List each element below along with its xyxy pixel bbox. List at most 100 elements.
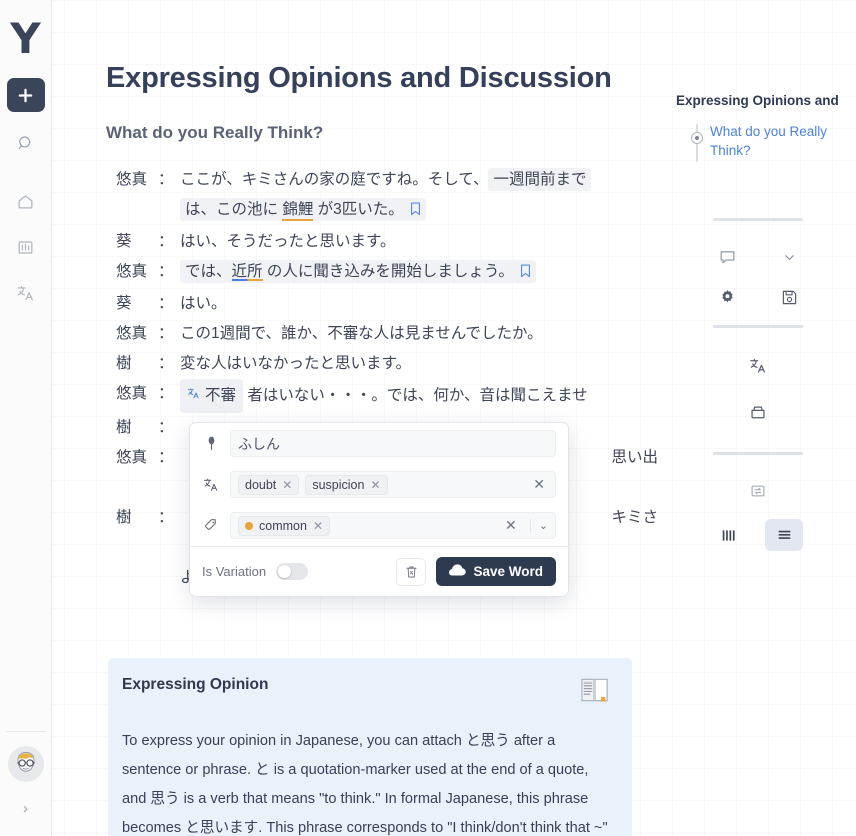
bookmark-icon[interactable] [410,197,421,227]
meaning-tag[interactable]: doubt ✕ [238,474,300,495]
selected-word-text: 不審 [205,387,237,404]
search-button[interactable] [7,128,45,158]
list-view-tool[interactable] [765,519,803,551]
dialogue-text[interactable]: はい、そうだったと思います。 [180,227,660,257]
tool-row-settings [660,281,856,313]
app-logo: Y [10,14,41,63]
tags-input[interactable]: common ✕ ✕ ⌄ [230,512,556,539]
library-button[interactable] [7,232,45,262]
remove-tag-icon[interactable]: ✕ [282,478,292,492]
home-icon [18,194,33,208]
avatar[interactable] [7,746,44,782]
tool-row-view [660,519,856,551]
remove-tag-icon[interactable]: ✕ [313,519,323,533]
page-title: Expressing Opinions and Discussion [106,62,612,94]
pin-icon [200,436,222,451]
speech-bubble-icon [720,250,734,263]
tag-icon [200,518,222,533]
meanings-input[interactable]: doubt ✕ suspicion ✕ ✕ [230,471,556,498]
tag-color-dot [245,521,253,530]
popup-footer: Is Variation Save Word [190,546,568,596]
speaker-name: 悠真 [116,325,148,342]
floppy-disk-icon [782,290,796,304]
dialogue-text[interactable]: 変な人はいなかったと思います。 [180,349,660,379]
outline-item-what-do-you-really-think[interactable]: What do you Really Think? [660,122,856,162]
speaker-name: 悠真 [116,263,148,280]
speaker-colon: ： [158,325,174,342]
settings-tool[interactable] [711,281,743,313]
dialogue-row: 悠真 ： この1週間で、誰か、不審な人は見ませんでしたか。 [106,319,660,349]
translate-icon [17,285,33,300]
meaning-tag[interactable]: suspicion ✕ [305,474,388,495]
highlighted-phrase-continued[interactable]: は、この池に 錦鯉 が3匹いた。 [180,198,426,221]
expand-sidebar-button[interactable]: › [11,796,41,820]
speaker-name: 樹 [116,509,132,526]
comment-tool[interactable] [711,241,743,273]
dialogue-row: 葵 ： はい。 [106,289,660,319]
delete-word-button[interactable] [396,557,427,586]
section-heading: What do you Really Think? [106,123,324,142]
library-icon [18,240,33,254]
tool-row-comment [660,241,856,273]
speaker-colon: ： [158,295,174,312]
swap-tool[interactable] [742,475,774,507]
add-button[interactable] [6,78,45,112]
word-tag[interactable]: common ✕ [238,515,330,536]
dialogue-plain-text: ここが、キミさんの家の庭ですね。そして、 [180,171,489,188]
home-button[interactable] [7,186,45,216]
right-panel: Expressing Opinions and What do you Real… [660,0,856,836]
archive-tool[interactable] [742,396,774,428]
translate-icon [200,477,222,493]
bookmark-icon[interactable] [520,259,531,289]
tool-row-swap [660,475,856,507]
comment-dropdown[interactable] [773,241,805,273]
search-icon [18,135,31,149]
cloud-icon [449,564,467,579]
speaker-colon: ： [158,263,174,280]
remove-tag-icon[interactable]: ✕ [370,478,380,492]
speaker-name: 悠真 [116,449,148,466]
translate-tool[interactable] [742,350,774,382]
user-avatar-icon [7,746,44,782]
tags-row: common ✕ ✕ ⌄ [190,505,568,546]
tool-row-archive [660,396,856,428]
dialogue-text[interactable]: 不審 者はいない・・・。では、何か、音は聞こえませ [180,379,660,413]
clear-tags-icon[interactable]: ✕ [502,517,520,534]
dialogue-text[interactable]: ここが、キミさんの家の庭ですね。そして、 一週間前まで [180,165,660,195]
speaker-colon: ： [158,385,174,402]
translate-button[interactable] [7,278,45,308]
clear-meanings-icon[interactable]: ✕ [530,476,548,493]
dialogue-row: 悠真 ： では、近所 の人に聞き込みを開始しましょう。 [106,257,660,289]
chevron-down-icon [784,254,794,260]
is-variation-toggle[interactable] [276,563,309,580]
selected-word-chip[interactable]: 不審 [180,379,244,413]
highlighted-sentence[interactable]: では、近所 の人に聞き込みを開始しましょう。 [180,260,536,283]
post-text: の人に聞き込みを開始しましょう。 [262,263,514,280]
speaker-name: 樹 [116,355,132,372]
info-card: Expressing Opinion To express your opini… [108,658,632,836]
info-card-body: To express your opinion in Japanese, you… [122,733,608,836]
reading-input[interactable]: ふしん [230,430,556,457]
dialogue-text[interactable]: では、近所 の人に聞き込みを開始しましょう。 [180,257,660,289]
dialogue-text[interactable]: はい。 [180,289,660,319]
list-icon [778,530,790,539]
speaker-colon: ： [158,171,174,188]
info-card-title: Expressing Opinion [122,676,269,693]
vocab-word-kinjo[interactable]: 近所 [231,263,263,281]
chevron-down-icon[interactable]: ⌄ [529,519,548,532]
highlighted-phrase[interactable]: 一週間前まで [488,168,592,191]
vocab-word-kingyo[interactable]: 錦鯉 [282,201,314,221]
panel-divider [713,218,803,221]
speaker-colon: ： [158,449,174,466]
word-tag-label: common [259,518,307,533]
meanings-row: doubt ✕ suspicion ✕ ✕ [190,464,568,505]
outline-dot-icon [691,132,703,144]
speaker-name: 葵 [116,295,132,312]
save-word-button[interactable]: Save Word [436,557,556,586]
dialogue-text-continued[interactable]: は、この池に 錦鯉 が3匹いた。 [180,195,660,227]
columns-view-tool[interactable] [713,519,745,551]
save-tool[interactable] [773,281,805,313]
dialogue-row: 葵 ： はい、そうだったと思います。 [106,227,660,257]
info-card-header: Expressing Opinion [122,676,610,709]
dialogue-text[interactable]: この1週間で、誰か、不審な人は見ませんでしたか。 [180,319,660,349]
